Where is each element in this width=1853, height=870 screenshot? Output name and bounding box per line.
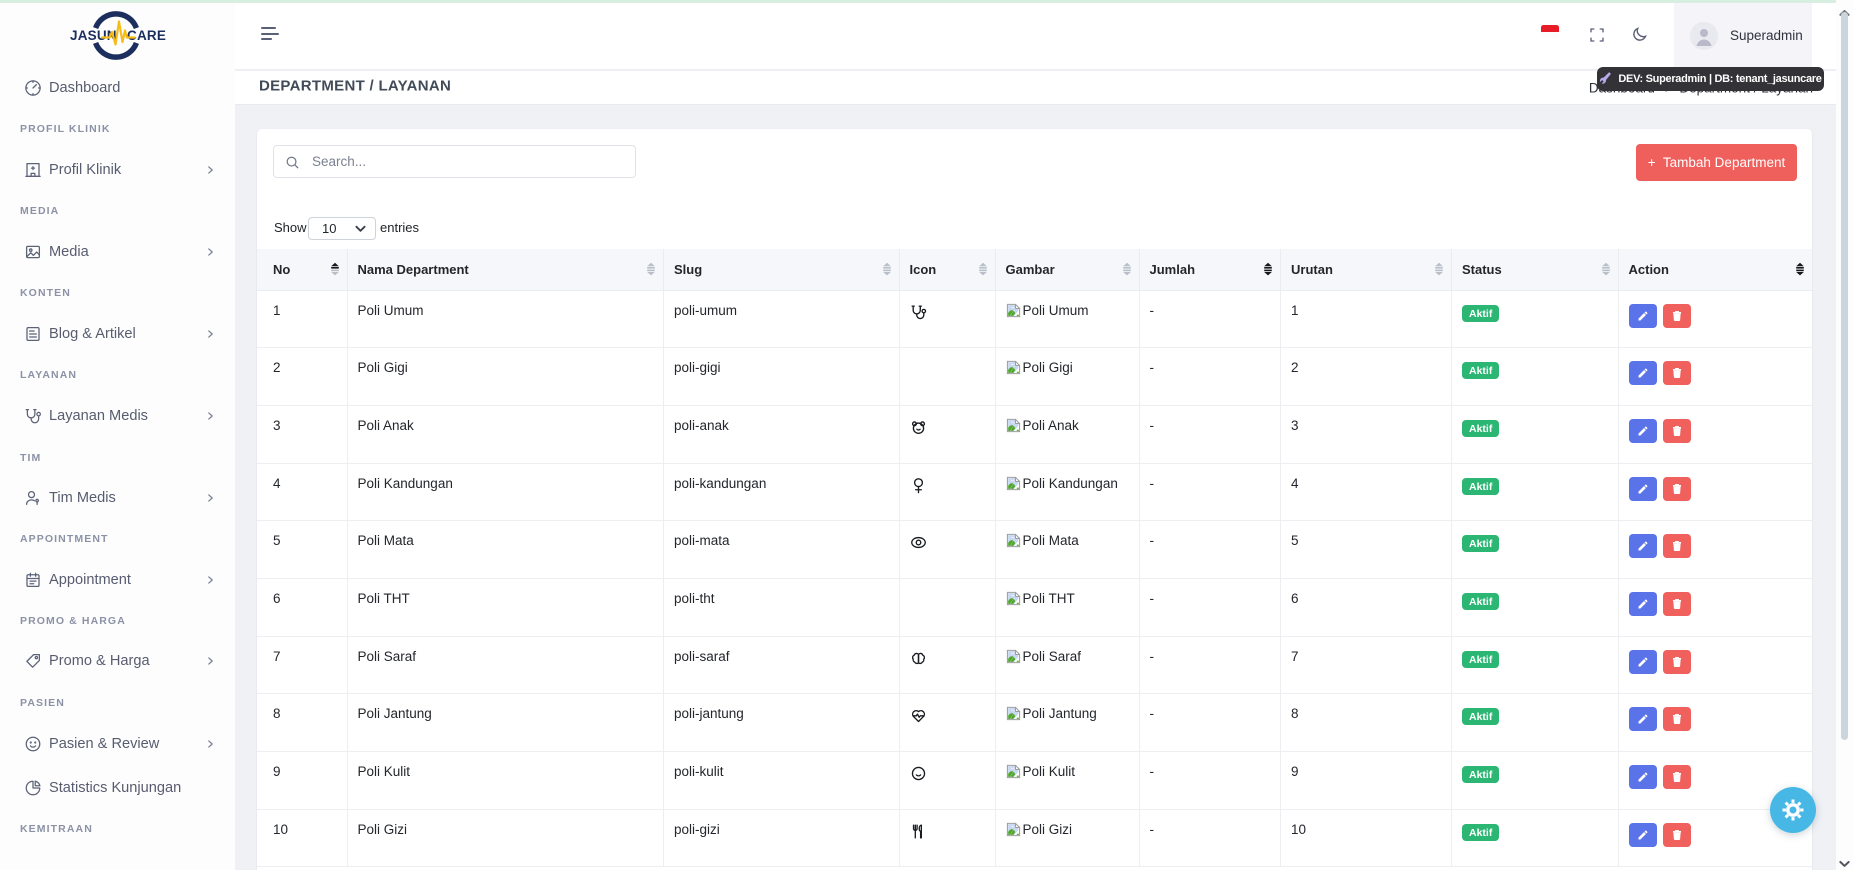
svg-text:CARE: CARE: [127, 28, 166, 43]
